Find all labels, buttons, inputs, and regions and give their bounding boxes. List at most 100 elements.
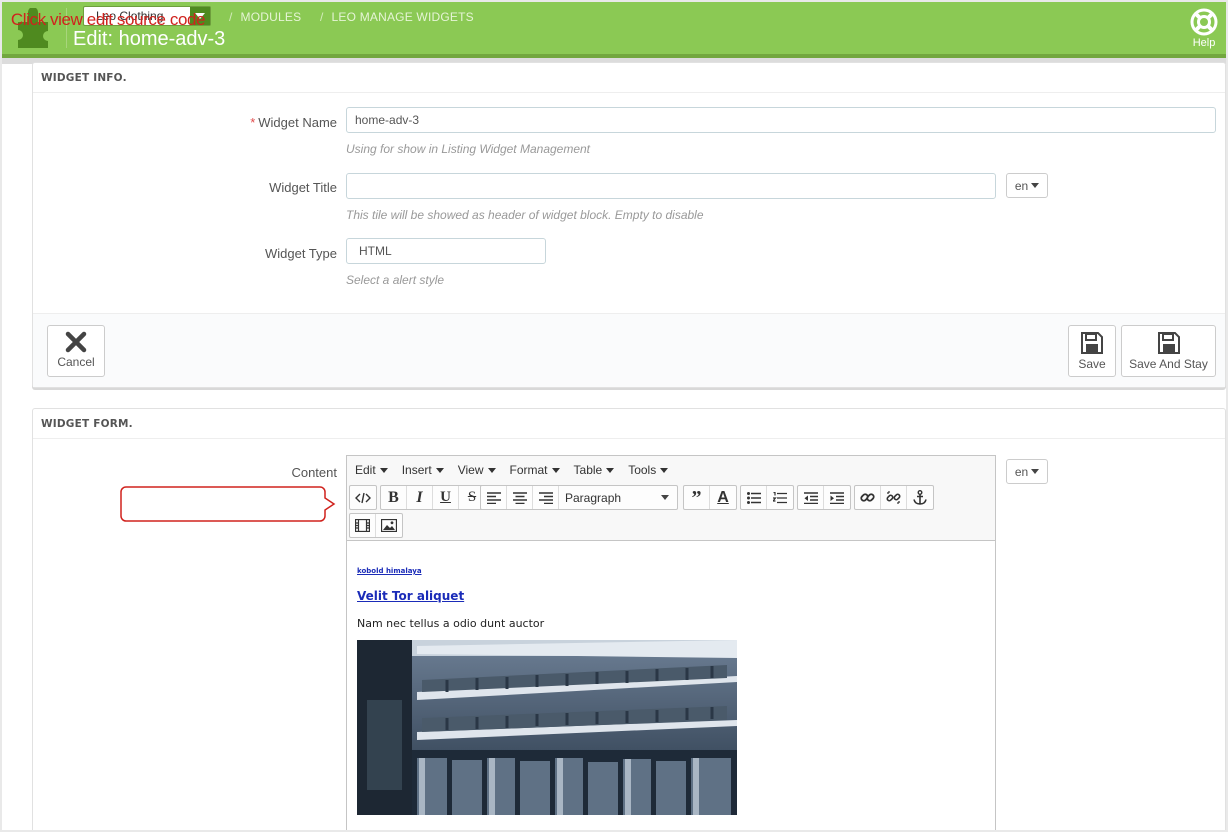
save-and-stay-label: Save And Stay	[1129, 357, 1208, 371]
quote-icon: ”	[691, 486, 702, 509]
indent-group	[797, 485, 851, 510]
rich-text-editor: Edit Insert View Format Table Tools B I …	[346, 455, 996, 830]
help-button[interactable]: Help	[1187, 8, 1221, 49]
link-group	[854, 485, 934, 510]
text-style-group: B I U S	[380, 485, 486, 510]
blockquote-button[interactable]: ”	[684, 486, 710, 509]
menu-label: Format	[509, 462, 548, 477]
text-color-button[interactable]: A	[710, 486, 736, 509]
numbered-list-icon	[773, 491, 787, 503]
breadcrumb-separator: /	[320, 10, 324, 24]
widget-form-heading: WIDGET FORM.	[33, 409, 1225, 439]
content-small-link[interactable]: kobold himalaya	[357, 567, 985, 575]
save-button[interactable]: Save	[1068, 325, 1116, 377]
editor-menubar: Edit Insert View Format Table Tools	[347, 456, 995, 483]
save-and-stay-button[interactable]: Save And Stay	[1121, 325, 1216, 377]
quote-color-group: ” A	[683, 485, 737, 510]
link-icon	[860, 493, 875, 502]
menu-label: Edit	[355, 462, 376, 477]
underline-button[interactable]: U	[433, 486, 459, 509]
widget-name-hint: Using for show in Listing Widget Managem…	[346, 142, 591, 156]
alignment-group: Paragraph	[480, 485, 678, 510]
editor-toolbar: B I U S Paragraph ” A	[347, 483, 995, 541]
widget-form-panel: WIDGET FORM. Content Edit Insert View Fo…	[32, 408, 1226, 830]
widget-title-input[interactable]	[346, 173, 996, 199]
breadcrumb-modules[interactable]: / MODULES	[229, 10, 301, 24]
insert-image-button[interactable]	[376, 514, 402, 537]
floppy-disk-icon	[1081, 332, 1103, 354]
menu-view[interactable]: View	[458, 463, 496, 477]
bullet-list-icon	[746, 491, 761, 504]
close-icon	[65, 331, 87, 353]
outdent-button[interactable]	[798, 486, 824, 509]
widget-name-label: * Widget Name	[250, 115, 337, 130]
cancel-label: Cancel	[57, 355, 95, 369]
widget-name-input[interactable]: home-adv-3	[346, 107, 1216, 133]
menu-insert[interactable]: Insert	[402, 463, 444, 477]
save-label: Save	[1078, 357, 1106, 371]
content-heading-link[interactable]: Velit Tor aliquet	[357, 589, 985, 603]
bullet-list-button[interactable]	[741, 486, 767, 509]
breadcrumb-leo-manage-widgets[interactable]: / LEO MANAGE WIDGETS	[320, 10, 474, 24]
menu-edit[interactable]: Edit	[355, 463, 388, 477]
strikethrough-icon: S	[467, 489, 477, 505]
lifebuoy-icon	[1190, 8, 1218, 36]
widget-type-label: Widget Type	[264, 246, 337, 261]
caret-down-icon	[661, 495, 669, 500]
unlink-button[interactable]	[881, 486, 907, 509]
caret-down-icon	[660, 467, 669, 473]
image-icon	[381, 519, 397, 532]
italic-button[interactable]: I	[407, 486, 433, 509]
app-window: Leo Clothing / MODULES / LEO MANAGE WIDGET…	[2, 2, 1226, 830]
indent-icon	[830, 491, 844, 504]
source-group	[349, 485, 377, 510]
widget-info-heading: WIDGET INFO.	[33, 63, 1225, 93]
insert-link-button[interactable]	[855, 486, 881, 509]
bold-icon: B	[388, 488, 399, 506]
clothing-store-image[interactable]	[357, 640, 737, 815]
anchor-button[interactable]	[907, 486, 933, 509]
insert-video-button[interactable]	[350, 514, 376, 537]
bold-button[interactable]: B	[381, 486, 407, 509]
format-select-value: Paragraph	[565, 490, 622, 505]
widget-type-hint: Select a alert style	[346, 273, 445, 287]
unlink-icon	[886, 491, 901, 504]
content-language-dropdown[interactable]: en	[1006, 459, 1048, 484]
align-left-button[interactable]	[481, 486, 507, 509]
breadcrumb-label: LEO MANAGE WIDGETS	[331, 10, 474, 24]
underline-icon: U	[440, 489, 451, 505]
numbered-list-button[interactable]	[767, 486, 793, 509]
required-mark: *	[250, 115, 256, 130]
callout-bubble	[120, 486, 336, 522]
widget-type-select[interactable]: HTML	[346, 238, 546, 264]
align-center-button[interactable]	[507, 486, 533, 509]
widget-name-label-text: Widget Name	[258, 115, 337, 130]
indent-button[interactable]	[824, 486, 850, 509]
caret-down-icon	[551, 467, 560, 473]
align-center-icon	[512, 491, 527, 504]
list-group	[740, 485, 794, 510]
help-label: Help	[1192, 37, 1216, 49]
paragraph-format-select[interactable]: Paragraph	[559, 486, 677, 509]
menu-table[interactable]: Table	[574, 463, 615, 477]
menu-format[interactable]: Format	[510, 463, 560, 477]
breadcrumb-separator: /	[229, 10, 233, 24]
caret-down-icon	[1031, 183, 1040, 188]
film-icon	[355, 519, 370, 532]
source-code-button[interactable]	[350, 486, 376, 509]
language-code: en	[1014, 178, 1029, 193]
align-right-button[interactable]	[533, 486, 559, 509]
menu-tools[interactable]: Tools	[628, 462, 669, 477]
editor-content-area[interactable]: kobold himalaya Velit Tor aliquet Nam ne…	[347, 541, 995, 819]
caret-down-icon	[1031, 469, 1040, 474]
menu-label: Tools	[628, 462, 657, 477]
widget-title-language-dropdown[interactable]: en	[1006, 173, 1048, 198]
widget-title-label: Widget Title	[269, 180, 337, 195]
italic-icon: I	[416, 488, 423, 506]
language-code: en	[1014, 464, 1029, 479]
cancel-button[interactable]: Cancel	[47, 325, 105, 377]
text-color-icon: A	[717, 488, 729, 506]
caret-down-icon	[606, 467, 615, 473]
code-icon	[355, 492, 371, 503]
caret-down-icon	[487, 467, 496, 473]
